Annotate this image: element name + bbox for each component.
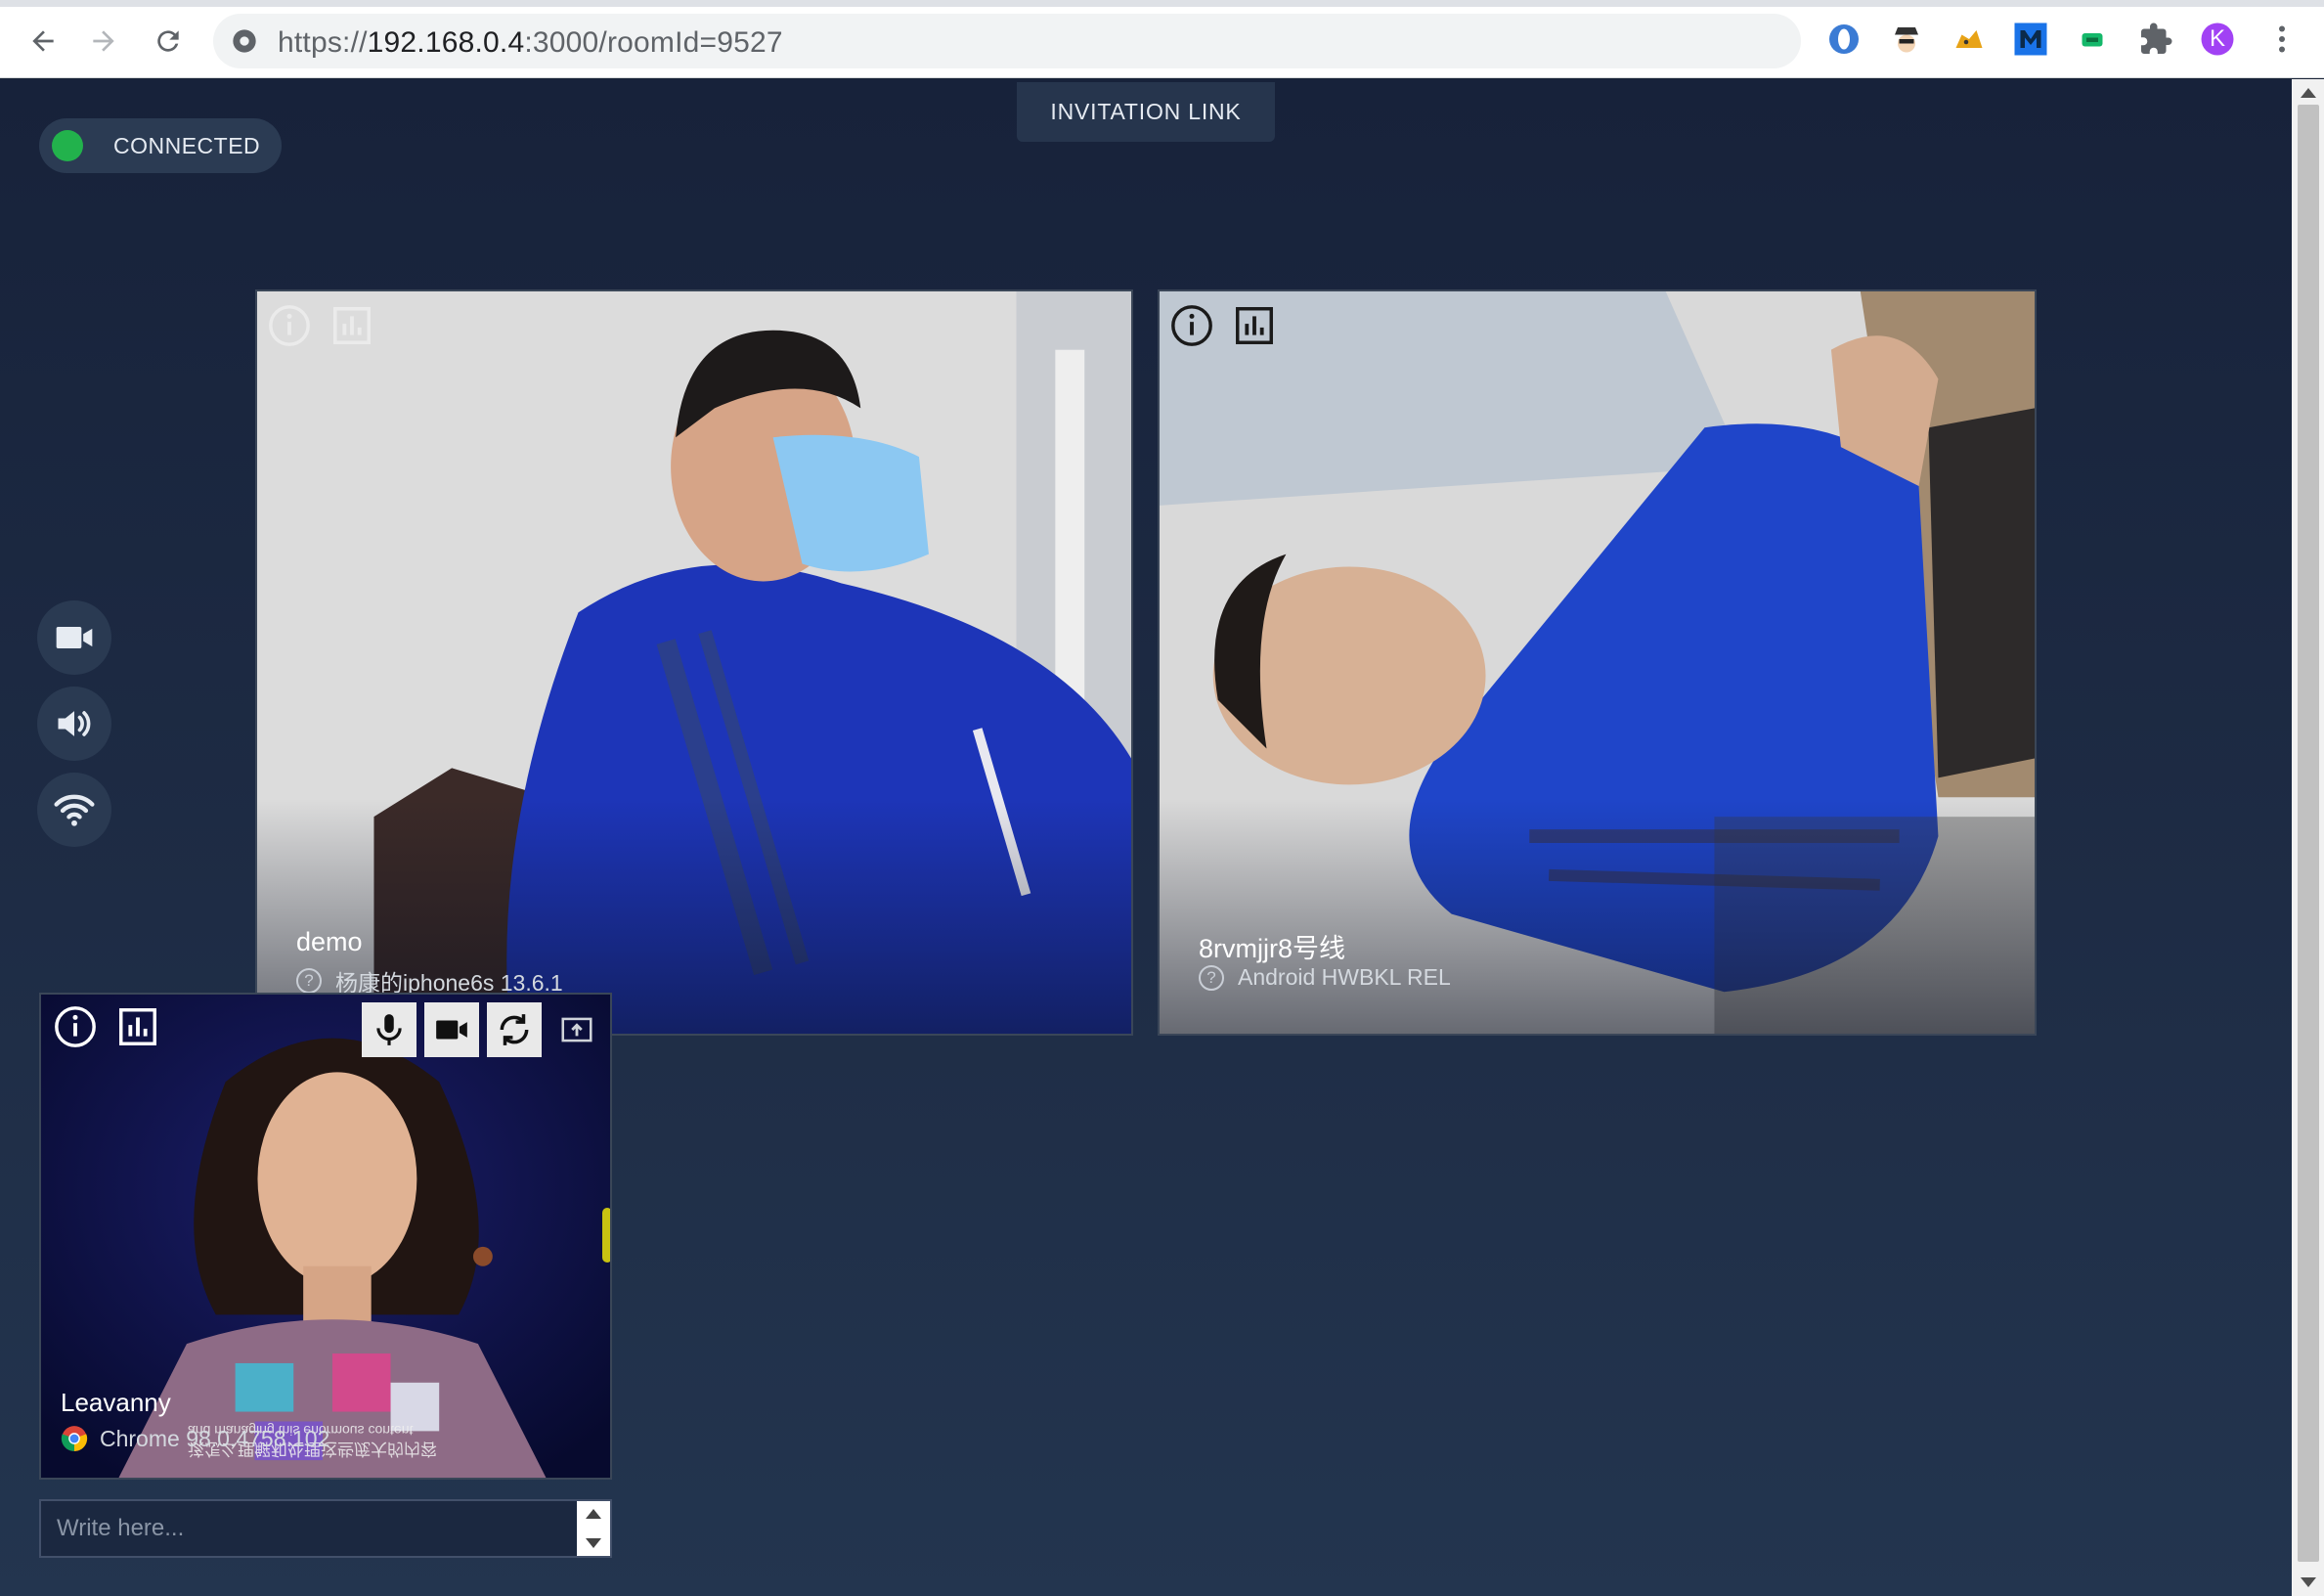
unknown-device-icon: ? xyxy=(1199,964,1224,991)
chrome-icon xyxy=(61,1426,88,1451)
forward-button[interactable] xyxy=(80,18,127,65)
browser-menu-button[interactable] xyxy=(2262,20,2302,59)
extension-m-icon[interactable] xyxy=(2011,20,2050,59)
profile-avatar[interactable]: K xyxy=(2198,20,2237,59)
meeting-room: CONNECTED INVITATION LINK demo ? 杨康的ipho… xyxy=(0,79,2292,1596)
sync-icon xyxy=(500,1014,529,1045)
info-icon xyxy=(55,1006,96,1047)
extension-green-icon[interactable] xyxy=(2073,20,2112,59)
video-camera-icon xyxy=(436,1020,467,1040)
local-device: Chrome 98.0.4758.102 xyxy=(61,1425,329,1452)
spy-icon xyxy=(1895,27,1918,53)
unknown-device-icon: ? xyxy=(296,968,322,994)
site-info-icon[interactable] xyxy=(231,27,258,55)
extension-spy-icon[interactable] xyxy=(1887,20,1926,59)
stream-stats-button[interactable] xyxy=(1232,303,1277,348)
scrollbar-thumb[interactable] xyxy=(2298,105,2319,1562)
stream-info-button[interactable] xyxy=(267,303,312,348)
stream-stats-button[interactable] xyxy=(329,303,374,348)
peer-device: ? Android HWBKL REL xyxy=(1199,964,1451,991)
chevron-down-icon[interactable] xyxy=(586,1538,601,1548)
puzzle-icon xyxy=(2141,22,2172,54)
forward-arrow-icon xyxy=(93,30,114,52)
scroll-down-arrow-icon[interactable] xyxy=(2301,1577,2316,1587)
reload-button[interactable] xyxy=(145,18,192,65)
speaker-icon xyxy=(58,711,91,736)
stream-stats-button[interactable] xyxy=(115,1004,160,1049)
bar-chart-icon xyxy=(333,307,371,344)
remote-video-tile: demo ? 杨康的iphone6s 13.6.1 xyxy=(255,289,1133,1036)
reload-icon xyxy=(157,30,179,52)
peer-name: 8rvmjjr8号线 xyxy=(1199,934,1346,963)
url-path: :3000/roomId=9527 xyxy=(524,26,783,59)
audio-level-meter xyxy=(602,1208,610,1263)
invitation-link-button[interactable]: INVITATION LINK xyxy=(1017,82,1275,142)
network-settings-button[interactable] xyxy=(37,773,111,847)
peer-device-label: Android HWBKL REL xyxy=(1238,964,1451,990)
share-screen-button[interactable] xyxy=(549,1002,604,1057)
local-device-label: Chrome 98.0.4758.102 xyxy=(100,1425,330,1451)
remote-video-tile: 8rvmjjr8号线 ? Android HWBKL REL xyxy=(1158,289,2037,1036)
url-host: 192.168.0.4 xyxy=(367,26,525,59)
extension-opera-icon[interactable] xyxy=(1824,20,1864,59)
bar-chart-icon xyxy=(1236,307,1273,344)
green-tag-icon xyxy=(2082,33,2103,47)
m-letter-icon xyxy=(2014,22,2047,56)
camera-settings-button[interactable] xyxy=(37,600,111,675)
profile-initial: K xyxy=(2209,25,2225,52)
back-arrow-icon xyxy=(32,30,54,52)
browser-toolbar: https://192.168.0.4:3000/roomId=9527 K xyxy=(0,0,2324,78)
local-video-tile: 该怎么理解和处理这些庞大的内容 and managing this enormo… xyxy=(39,993,612,1480)
back-button[interactable] xyxy=(20,18,66,65)
tab-strip-edge xyxy=(0,0,2324,7)
url-scheme: https:// xyxy=(278,26,368,59)
connection-status-badge: CONNECTED xyxy=(39,118,282,173)
chevron-up-icon[interactable] xyxy=(586,1509,601,1519)
chat-box xyxy=(39,1499,612,1558)
stream-info-button[interactable] xyxy=(1169,303,1214,348)
tile-gradient xyxy=(1160,799,2035,1034)
url-text: https://192.168.0.4:3000/roomId=9527 xyxy=(278,26,783,60)
upload-icon xyxy=(561,1017,592,1042)
chat-scroll-spinner[interactable] xyxy=(577,1501,610,1556)
peer-name: demo xyxy=(296,927,363,956)
connection-status-label: CONNECTED xyxy=(113,132,261,158)
stream-info-button[interactable] xyxy=(53,1004,98,1049)
video-camera-icon xyxy=(56,627,93,648)
bar-chart-icon xyxy=(119,1008,156,1045)
local-name: Leavanny xyxy=(61,1388,171,1417)
chat-input[interactable] xyxy=(41,1501,579,1556)
microphone-icon xyxy=(376,1014,402,1045)
mute-microphone-button[interactable] xyxy=(362,1002,417,1057)
audio-settings-button[interactable] xyxy=(37,687,111,761)
info-icon xyxy=(269,305,310,346)
extension-tampermonkey-icon[interactable] xyxy=(1950,20,1989,59)
kebab-menu-icon xyxy=(2279,25,2285,53)
cat-icon xyxy=(1955,30,1983,48)
scroll-up-arrow-icon[interactable] xyxy=(2301,88,2316,98)
extensions-puzzle-button[interactable] xyxy=(2136,20,2175,59)
opera-icon xyxy=(1829,24,1859,54)
connection-status-dot xyxy=(52,130,83,161)
switch-camera-button[interactable] xyxy=(487,1002,542,1057)
toggle-camera-button[interactable] xyxy=(424,1002,479,1057)
wifi-icon xyxy=(54,794,95,826)
page-scrollbar[interactable] xyxy=(2292,79,2324,1596)
info-icon xyxy=(1171,305,1212,346)
address-bar[interactable]: https://192.168.0.4:3000/roomId=9527 xyxy=(213,14,1801,68)
